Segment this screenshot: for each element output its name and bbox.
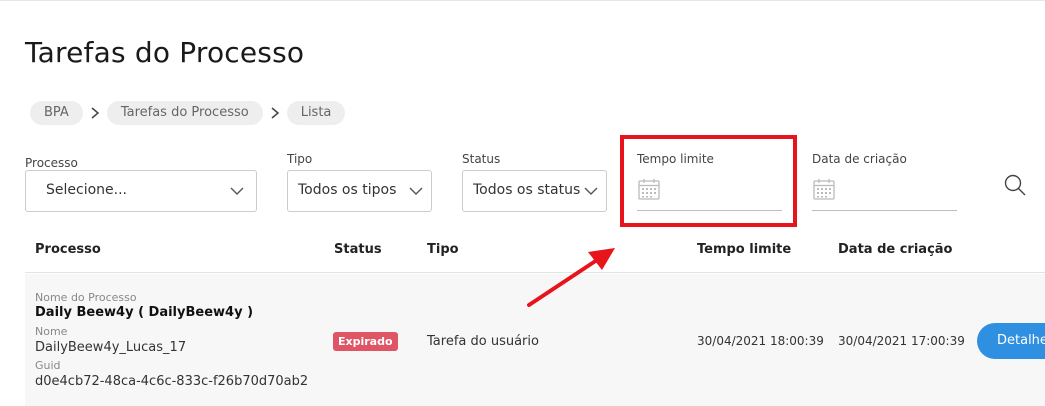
top-divider	[0, 0, 1045, 3]
chevron-right-icon	[263, 101, 287, 125]
column-header-tipo[interactable]: Tipo	[427, 242, 459, 257]
column-header-processo[interactable]: Processo	[35, 242, 101, 257]
nome-processo-value: Daily Beew4y ( DailyBeew4y )	[35, 305, 254, 320]
data-criacao-value: 30/04/2021 17:00:39	[838, 334, 965, 348]
chevron-right-icon	[83, 101, 107, 125]
processo-select-value: Selecione...	[46, 182, 127, 198]
processo-select[interactable]: Selecione...	[25, 170, 257, 212]
page-title: Tarefas do Processo	[25, 36, 305, 69]
breadcrumb-item-lista[interactable]: Lista	[286, 101, 346, 125]
chevron-down-icon	[584, 187, 598, 195]
breadcrumb-item-tarefas[interactable]: Tarefas do Processo	[106, 101, 263, 125]
status-select-value: Todos os status	[473, 182, 581, 198]
data-criacao-date-input[interactable]	[812, 169, 957, 211]
filter-label-data-criacao: Data de criação	[812, 152, 907, 166]
column-header-data-criacao[interactable]: Data de criação	[838, 242, 952, 257]
nome-processo-label: Nome do Processo	[35, 291, 137, 304]
breadcrumb: BPA Tarefas do Processo Lista	[30, 101, 346, 125]
calendar-icon	[813, 179, 835, 200]
guid-label: Guid	[35, 359, 61, 372]
status-badge: Expirado	[333, 332, 398, 351]
filter-label-processo: Processo	[25, 156, 78, 170]
column-header-tempo-limite[interactable]: Tempo limite	[697, 242, 791, 257]
tipo-value: Tarefa do usuário	[427, 334, 539, 349]
tipo-select[interactable]: Todos os tipos	[287, 170, 432, 212]
filter-label-tipo: Tipo	[287, 152, 313, 166]
tipo-select-value: Todos os tipos	[298, 182, 397, 198]
nome-label: Nome	[35, 325, 68, 338]
nome-value: DailyBeew4y_Lucas_17	[35, 340, 187, 355]
filter-label-status: Status	[462, 152, 501, 166]
status-select[interactable]: Todos os status	[462, 170, 607, 212]
column-header-status[interactable]: Status	[334, 242, 382, 257]
arrow-annotation-icon	[527, 248, 615, 307]
tempo-limite-value: 30/04/2021 18:00:39	[697, 334, 824, 348]
details-button[interactable]: Detalhes	[977, 323, 1045, 359]
guid-value: d0e4cb72-48ca-4c6c-833c-f26b70d70ab2	[35, 374, 309, 389]
chevron-down-icon	[230, 187, 244, 195]
search-icon[interactable]	[1004, 174, 1026, 196]
breadcrumb-item-bpa[interactable]: BPA	[30, 101, 83, 125]
highlight-annotation-box	[620, 135, 797, 227]
chevron-down-icon	[409, 187, 423, 195]
